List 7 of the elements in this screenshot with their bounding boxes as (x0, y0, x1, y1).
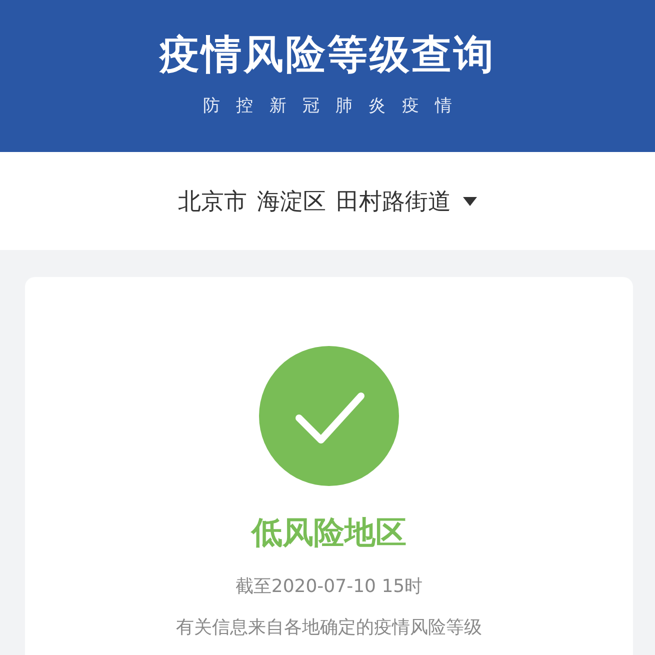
page-subtitle: 防控新冠肺炎疫情 (202, 95, 468, 117)
update-time: 截至2020-07-10 15时 (235, 575, 423, 598)
risk-level-label: 低风险地区 (252, 514, 406, 553)
source-note: 有关信息来自各地确定的疫情风险等级 (176, 616, 482, 639)
location-selector[interactable]: 北京市 海淀区 田村路街道 (178, 186, 477, 216)
page-title: 疫情风险等级查询 (160, 31, 496, 80)
caret-icon (463, 196, 477, 206)
